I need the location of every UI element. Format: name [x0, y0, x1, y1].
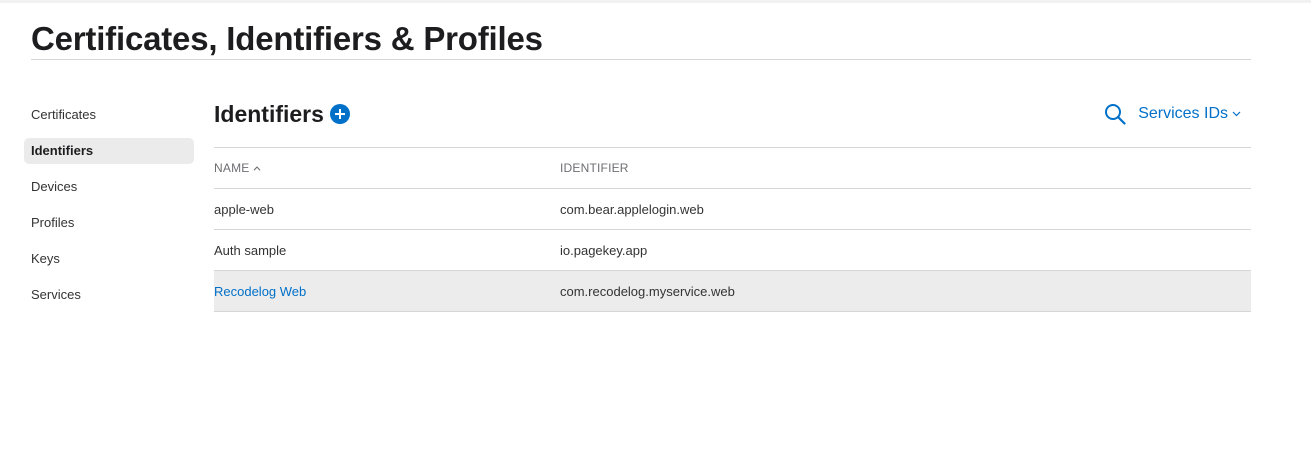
row-name: apple-web [214, 201, 274, 217]
sort-ascending-icon [254, 165, 261, 171]
identifier-type-select[interactable]: Services IDs [1138, 105, 1241, 123]
table-row[interactable]: Recodelog Web com.recodelog.myservice.we… [214, 271, 1251, 312]
sidebar-item-identifiers[interactable]: Identifiers [24, 138, 194, 164]
row-name: Auth sample [214, 242, 287, 258]
plus-circle-icon[interactable] [329, 104, 350, 124]
table-row[interactable]: apple-web com.bear.applelogin.web [214, 189, 1251, 230]
sidebar-item-services[interactable]: Services [24, 282, 194, 308]
sidebar-item-certificates[interactable]: Certificates [24, 102, 194, 128]
table-header: NAME IDENTIFIER [214, 148, 1251, 189]
title-divider [31, 59, 1251, 60]
section-title: Identifiers [214, 100, 324, 127]
identifiers-table: NAME IDENTIFIER apple-web com.bear.apple… [214, 147, 1251, 312]
table-row[interactable]: Auth sample io.pagekey.app [214, 230, 1251, 271]
chevron-down-icon [1232, 111, 1241, 117]
column-header-identifier[interactable]: IDENTIFIER [560, 161, 1251, 175]
sidebar: Certificates Identifiers Devices Profile… [24, 102, 194, 318]
search-icon[interactable] [1104, 103, 1126, 125]
row-name-link[interactable]: Recodelog Web [214, 284, 560, 299]
toolbar: Services IDs [1104, 102, 1241, 126]
section-header: Identifiers [214, 99, 350, 129]
row-identifier: com.recodelog.myservice.web [560, 283, 735, 299]
row-identifier: io.pagekey.app [560, 242, 648, 258]
sidebar-item-devices[interactable]: Devices [24, 174, 194, 200]
sidebar-item-keys[interactable]: Keys [24, 246, 194, 272]
top-strip [0, 0, 1311, 3]
row-identifier: com.bear.applelogin.web [560, 201, 704, 217]
sidebar-item-profiles[interactable]: Profiles [24, 210, 194, 236]
column-header-name[interactable]: NAME [214, 161, 560, 175]
identifier-type-value: Services IDs [1138, 105, 1228, 122]
page-title: Certificates, Identifiers & Profiles [31, 20, 543, 57]
